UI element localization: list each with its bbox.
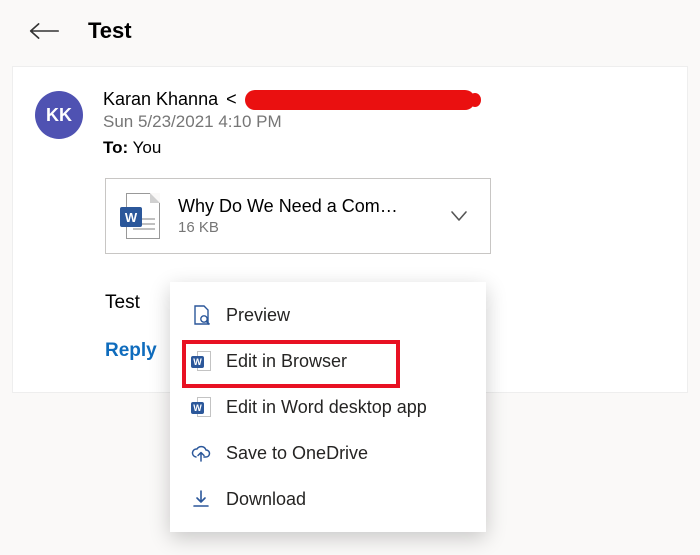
menu-download[interactable]: Download: [170, 476, 486, 522]
to-value: You: [128, 138, 161, 157]
attachment-dropdown: Preview W Edit in Browser W Edit in Word…: [170, 282, 486, 532]
email-bracket: <: [226, 89, 237, 110]
back-button[interactable]: [28, 19, 60, 43]
word-document-icon: W: [120, 193, 160, 239]
recipients-line: To: You: [103, 138, 665, 158]
menu-edit-in-desktop[interactable]: W Edit in Word desktop app: [170, 384, 486, 430]
attachment-name: Why Do We Need a Com…: [178, 196, 428, 217]
menu-save-onedrive[interactable]: Save to OneDrive: [170, 430, 486, 476]
reply-button[interactable]: Reply: [105, 340, 157, 361]
word-icon: W: [190, 396, 212, 418]
avatar[interactable]: KK: [35, 91, 83, 139]
word-icon: W: [190, 350, 212, 372]
to-label: To:: [103, 138, 128, 157]
attachment-menu-toggle[interactable]: [446, 203, 472, 229]
attachment-chip[interactable]: W Why Do We Need a Com… 16 KB: [105, 178, 491, 254]
page-header: Test: [0, 0, 700, 66]
sender-email-redacted: [245, 90, 475, 110]
sender-line: Karan Khanna <: [103, 89, 665, 110]
sender-row: KK Karan Khanna < Sun 5/23/2021 4:10 PM …: [13, 89, 687, 158]
sender-info: Karan Khanna < Sun 5/23/2021 4:10 PM To:…: [103, 89, 665, 158]
menu-preview[interactable]: Preview: [170, 292, 486, 338]
menu-label: Preview: [226, 305, 290, 326]
menu-label: Download: [226, 489, 306, 510]
preview-icon: [190, 304, 212, 326]
chevron-down-icon: [449, 206, 469, 226]
menu-edit-in-browser[interactable]: W Edit in Browser: [170, 338, 486, 384]
download-icon: [190, 488, 212, 510]
attachment-info: Why Do We Need a Com… 16 KB: [178, 196, 428, 236]
menu-label: Save to OneDrive: [226, 443, 368, 464]
page-title: Test: [88, 18, 132, 44]
cloud-upload-icon: [190, 442, 212, 464]
menu-label: Edit in Word desktop app: [226, 397, 427, 418]
attachment-size: 16 KB: [178, 219, 428, 236]
sender-name: Karan Khanna: [103, 89, 218, 110]
menu-label: Edit in Browser: [226, 351, 347, 372]
arrow-left-icon: [28, 21, 60, 41]
sent-date: Sun 5/23/2021 4:10 PM: [103, 112, 665, 132]
